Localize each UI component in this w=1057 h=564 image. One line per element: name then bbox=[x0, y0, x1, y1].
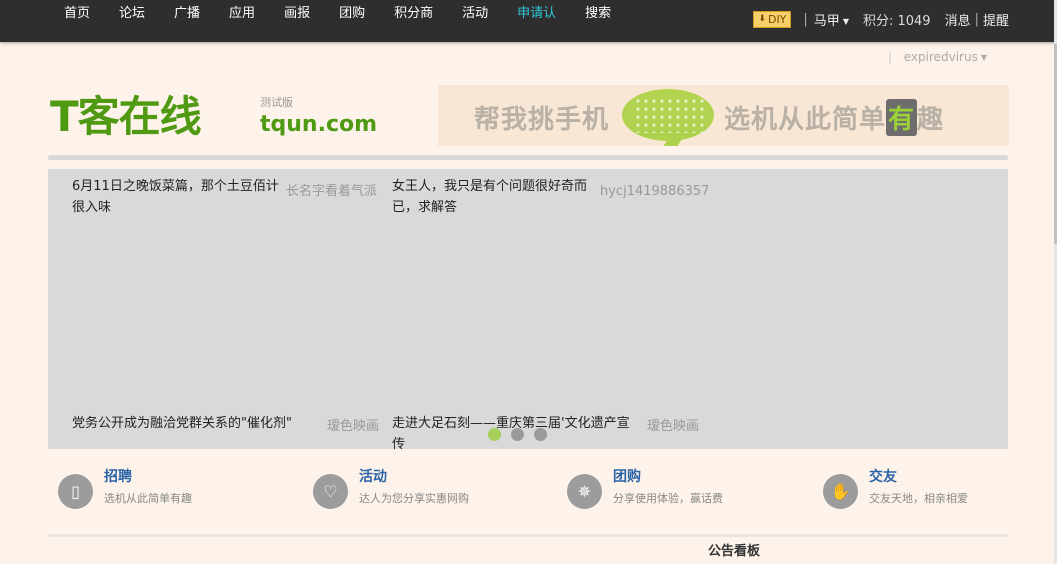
diy-button[interactable]: ⬇ DIY bbox=[753, 10, 792, 28]
points-display: 积分: 1049 bbox=[862, 13, 931, 29]
nav-pictorial[interactable]: 画报 bbox=[276, 0, 318, 30]
main-nav: 首页 论坛 广播 应用 画报 团购 积分商 活动 申请认 搜索 bbox=[56, 0, 632, 30]
slider-dot[interactable] bbox=[534, 428, 547, 441]
site-logo[interactable]: T客在线 测试版 tqun.com bbox=[50, 92, 377, 142]
banner-phone-highlight: 有 bbox=[886, 99, 918, 136]
feature-desc: 选机从此简单有趣 bbox=[104, 492, 192, 505]
feature-title: 团购 bbox=[613, 469, 641, 485]
banner-text-left: 帮我挑手机 bbox=[474, 105, 610, 135]
slider-dot[interactable] bbox=[511, 428, 524, 441]
nav-home[interactable]: 首页 bbox=[56, 0, 98, 30]
slide-card-author[interactable]: hycj1419886357 bbox=[600, 184, 709, 199]
nav-events[interactable]: 活动 bbox=[454, 0, 496, 30]
phone-grid-icon bbox=[634, 97, 704, 133]
nav-points-shop[interactable]: 积分商 bbox=[386, 0, 441, 30]
download-arrow-icon: ⬇ bbox=[758, 13, 766, 24]
logo-beta-badge: 测试版 bbox=[260, 96, 293, 109]
username-dropdown[interactable]: expiredvirus ▼ bbox=[904, 50, 987, 64]
section-divider bbox=[48, 534, 1008, 537]
banner-text-right-post: 趣 bbox=[917, 105, 945, 135]
nav-group-buy[interactable]: 团购 bbox=[331, 0, 373, 30]
banner-text-right: 选机从此简单有趣 bbox=[724, 99, 944, 136]
nav-search[interactable]: 搜索 bbox=[577, 0, 619, 30]
hand-icon: ✋ bbox=[823, 474, 858, 509]
nav-apply-verify[interactable]: 申请认 bbox=[509, 0, 564, 30]
notice-board-title: 公告看板 bbox=[708, 544, 761, 559]
user-menu-label: 马甲 bbox=[813, 13, 840, 29]
slider-dot-active[interactable] bbox=[488, 428, 501, 441]
messages-link[interactable]: 消息 bbox=[945, 10, 971, 29]
separator: | bbox=[887, 50, 892, 64]
separator: | bbox=[803, 11, 808, 27]
feature-dating[interactable]: ✋ 交友 交友天地，相亲相爱 bbox=[821, 464, 1051, 514]
user-menu[interactable]: 马甲 ▼ bbox=[814, 10, 849, 29]
username-row: | expiredvirus ▼ bbox=[888, 50, 987, 64]
logo-domain: tqun.com bbox=[260, 112, 378, 137]
caret-down-icon: ▼ bbox=[980, 53, 987, 62]
top-nav-bar: 首页 论坛 广播 应用 画报 团购 积分商 活动 申请认 搜索 ⬇ DIY | … bbox=[0, 0, 1057, 42]
slide-card-author[interactable]: 瑷色映画 bbox=[327, 415, 379, 434]
separator: | bbox=[974, 11, 979, 27]
feature-group-buy[interactable]: ✵ 团购 分享使用体验，赢话费 bbox=[565, 464, 795, 514]
slide-card-author[interactable]: 瑷色映画 bbox=[647, 415, 699, 434]
tag-icon: ✵ bbox=[567, 474, 602, 509]
featured-slider: 6月11日之晚饭菜篇，那个土豆佰计很入味 长名字看着气派 女王人，我只是有个问题… bbox=[48, 169, 1008, 452]
feature-desc: 达人为您分享实惠网购 bbox=[359, 492, 469, 505]
slide-card-title[interactable]: 女王人，我只是有个问题很好奇而已，求解答 bbox=[392, 176, 602, 218]
diy-label: DIY bbox=[767, 12, 787, 26]
banner-text-right-pre: 选机从此简单 bbox=[724, 105, 887, 135]
nav-forum[interactable]: 论坛 bbox=[111, 0, 153, 30]
nav-broadcast[interactable]: 广播 bbox=[166, 0, 208, 30]
feature-desc: 分享使用体验，赢话费 bbox=[613, 492, 723, 505]
feature-title: 活动 bbox=[359, 469, 387, 485]
feature-desc: 交友天地，相亲相爱 bbox=[869, 492, 968, 505]
phone-icon: ▯ bbox=[58, 474, 93, 509]
username-label: expiredvirus bbox=[903, 50, 978, 64]
reminders-link[interactable]: 提醒 bbox=[983, 10, 1009, 29]
slider-pagination bbox=[488, 428, 547, 441]
logo-main-text: T客在线 bbox=[50, 92, 202, 141]
feature-events[interactable]: ♡ 活动 达人为您分享实惠网购 bbox=[311, 464, 541, 514]
slide-card-title[interactable]: 党务公开成为融洽党群关系的"催化剂" bbox=[72, 413, 312, 434]
user-toolbar: ⬇ DIY | 马甲 ▼ 积分: 1049 消息 | 提醒 bbox=[753, 8, 1009, 30]
caret-down-icon: ▼ bbox=[842, 16, 849, 26]
nav-apps[interactable]: 应用 bbox=[221, 0, 263, 30]
slide-card-author[interactable]: 长名字看着气派 bbox=[286, 180, 377, 199]
feature-recruit[interactable]: ▯ 招聘 选机从此简单有趣 bbox=[56, 464, 286, 514]
slide-card-title[interactable]: 6月11日之晚饭菜篇，那个土豆佰计很入味 bbox=[72, 176, 282, 218]
feature-title: 招聘 bbox=[104, 469, 132, 485]
section-divider bbox=[48, 155, 1008, 160]
heart-icon: ♡ bbox=[313, 474, 348, 509]
feature-title: 交友 bbox=[869, 469, 897, 485]
ad-banner[interactable]: 帮我挑手机 选机从此简单有趣 bbox=[438, 85, 1009, 146]
feature-links: ▯ 招聘 选机从此简单有趣 ♡ 活动 达人为您分享实惠网购 ✵ 团购 分享使用体… bbox=[56, 464, 1016, 524]
